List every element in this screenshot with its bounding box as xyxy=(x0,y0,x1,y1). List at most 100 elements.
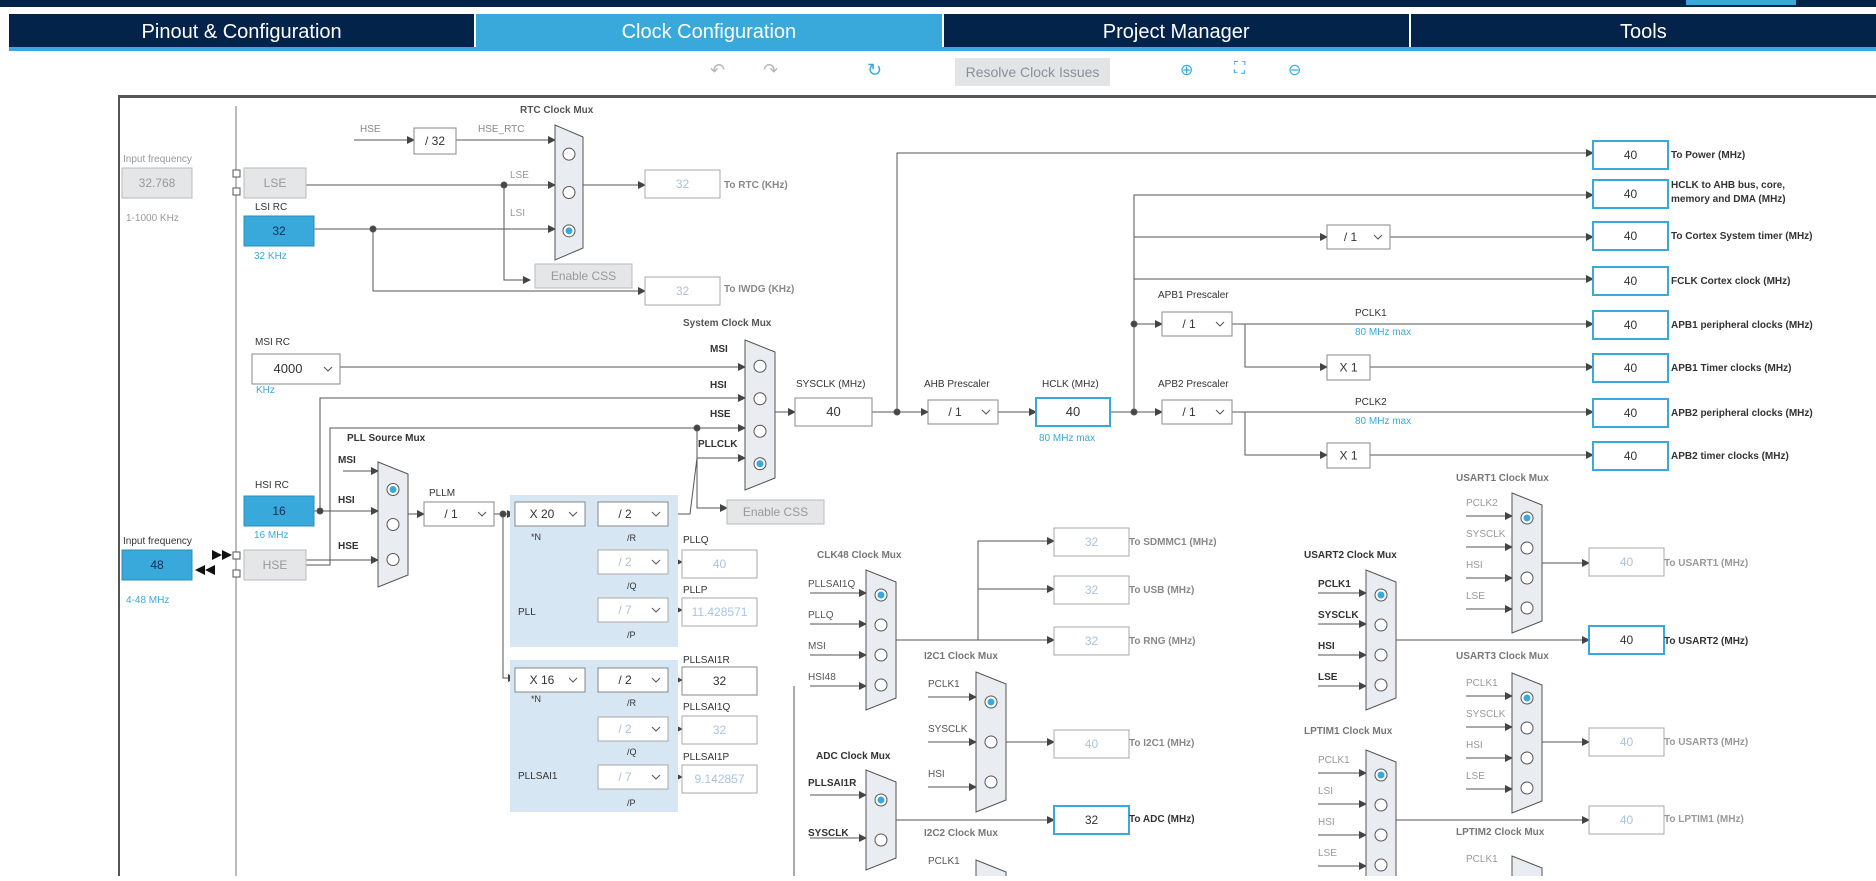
iwdg-output-value-text: 32 xyxy=(676,284,690,298)
pllr-select[interactable]: / 2 xyxy=(598,502,668,526)
output-value-2[interactable]: 40 xyxy=(1593,222,1668,250)
mux-radio[interactable] xyxy=(1375,679,1387,691)
zoom-out-icon[interactable]: ⊖ xyxy=(1288,60,1301,80)
pllsai1r-select[interactable]: / 2 xyxy=(598,668,668,692)
mux-radio[interactable] xyxy=(985,736,997,748)
mux-radio[interactable] xyxy=(875,679,887,691)
pllq-select[interactable]: / 2 xyxy=(598,550,668,574)
fit-to-screen-icon[interactable]: ⛶ xyxy=(1234,60,1245,78)
adc-clock-mux-body xyxy=(866,770,896,870)
mux-radio[interactable] xyxy=(1521,602,1533,614)
mux-radio[interactable] xyxy=(1375,799,1387,811)
output-value-6[interactable]: 40 xyxy=(1593,399,1668,427)
diagram-label: *N xyxy=(531,694,541,704)
apb1-prescaler-select[interactable]: / 1 xyxy=(1162,312,1232,336)
undo-icon[interactable]: ↶ xyxy=(710,60,725,81)
tab-project-manager[interactable]: Project Manager xyxy=(944,14,1411,51)
output-value-3[interactable]: 40 xyxy=(1593,267,1668,295)
junction-dot xyxy=(1131,321,1137,327)
tab-tools[interactable]: Tools xyxy=(1411,14,1876,51)
apb2-timer-multiplier: X 1 xyxy=(1327,443,1370,468)
pllsai1p-select[interactable]: / 7 xyxy=(598,765,668,789)
diagram-label: *N xyxy=(531,532,541,542)
ahb-prescaler-select[interactable]: / 1 xyxy=(928,400,998,424)
tab-clock-configuration[interactable]: Clock Configuration xyxy=(476,14,943,51)
mux-radio[interactable] xyxy=(387,554,399,566)
hsi-rc-value-text: 16 xyxy=(272,504,286,518)
mux-radio[interactable] xyxy=(754,425,766,437)
mux-radio[interactable] xyxy=(1375,829,1387,841)
mux-radio[interactable] xyxy=(875,649,887,661)
output-value-1[interactable]: 40 xyxy=(1593,180,1668,208)
output-value-4[interactable]: 40 xyxy=(1593,311,1668,339)
cortex-timer-divider-select[interactable]: / 1 xyxy=(1327,225,1390,249)
pllr-select-text: / 2 xyxy=(618,507,632,521)
pllsai1q-select[interactable]: / 2 xyxy=(598,717,668,741)
usart1-clock-mux xyxy=(1512,493,1542,633)
mux-radio[interactable] xyxy=(563,187,575,199)
diagram-label: APB2 timer clocks (MHz) xyxy=(1671,451,1789,462)
hclk-value[interactable]: 40 xyxy=(1036,398,1110,426)
clock-tree-diagram: Input frequency32.7681-1000 KHzLSELSI RC… xyxy=(118,95,1876,876)
diagram-label: 80 MHz max xyxy=(1355,416,1411,427)
mux-radio[interactable] xyxy=(1521,752,1533,764)
mux-radio[interactable] xyxy=(387,519,399,531)
mux-radio-selected xyxy=(390,486,397,493)
mux-radio[interactable] xyxy=(754,393,766,405)
mux-radio[interactable] xyxy=(563,148,575,160)
mux-radio[interactable] xyxy=(875,834,887,846)
msi-value-select[interactable]: 4000 xyxy=(252,354,340,384)
apb2-prescaler-select[interactable]: / 1 xyxy=(1162,400,1232,424)
diagram-label: LSE xyxy=(1318,672,1338,683)
mux-radio[interactable] xyxy=(1521,782,1533,794)
adc-output-text: 32 xyxy=(1085,813,1099,827)
rtc-output-value-text: 32 xyxy=(676,177,690,191)
mux-radio[interactable] xyxy=(1375,859,1387,871)
clk48-clock-mux xyxy=(866,570,896,710)
pll-source-mux-title: PLL Source Mux xyxy=(347,433,426,444)
output-value-7-text: 40 xyxy=(1624,449,1638,463)
redo-icon[interactable]: ↷ xyxy=(763,60,778,81)
wire xyxy=(1245,412,1327,455)
mux-radio[interactable] xyxy=(1521,722,1533,734)
mux-radio[interactable] xyxy=(985,776,997,788)
diagram-label: PCLK1 xyxy=(1355,308,1387,319)
diagram-label: To USART2 (MHz) xyxy=(1664,636,1748,647)
zoom-in-icon[interactable]: ⊕ xyxy=(1180,60,1193,80)
rtc-enable-css-button[interactable]: Enable CSS xyxy=(535,264,632,288)
rtc-clock-mux xyxy=(555,125,583,260)
adc-output[interactable]: 32 xyxy=(1054,806,1129,834)
diagram-label: To LPTIM1 (MHz) xyxy=(1664,814,1744,825)
tab-pinout[interactable]: Pinout & Configuration xyxy=(9,14,476,51)
mux-radio[interactable] xyxy=(875,619,887,631)
diagram-label: HCLK to AHB bus, core, xyxy=(1671,180,1785,191)
output-value-5[interactable]: 40 xyxy=(1593,354,1668,382)
mux-radio[interactable] xyxy=(1521,542,1533,554)
hse-input-frequency[interactable]: 48 xyxy=(122,550,192,580)
output-value-1-text: 40 xyxy=(1624,187,1638,201)
mux-radio[interactable] xyxy=(754,360,766,372)
mux-radio[interactable] xyxy=(1375,619,1387,631)
i2c1-output-text: 40 xyxy=(1085,737,1099,751)
usart2-output[interactable]: 40 xyxy=(1589,626,1664,654)
sysclk-enable-css-button[interactable]: Enable CSS xyxy=(727,500,824,524)
resolve-clock-issues-button[interactable]: Resolve Clock Issues xyxy=(955,58,1110,86)
output-value-0[interactable]: 40 xyxy=(1593,141,1668,169)
reset-icon[interactable]: ↻ xyxy=(867,60,882,81)
mux-radio[interactable] xyxy=(1521,572,1533,584)
pllsai1n-select[interactable]: X 16 xyxy=(515,668,585,692)
hse-input-frequency-label: Input frequency xyxy=(123,536,192,547)
iwdg-output-value: 32 xyxy=(645,277,720,305)
mux-radio[interactable] xyxy=(1375,649,1387,661)
diagram-label: PCLK2 xyxy=(1355,397,1387,408)
pllm-select[interactable]: / 1 xyxy=(424,502,494,526)
pllp-select[interactable]: / 7 xyxy=(598,598,668,622)
pllsai1r-select-text: / 2 xyxy=(618,673,632,687)
sdmmc-output-text: 32 xyxy=(1085,535,1099,549)
wire xyxy=(896,541,1054,640)
diagram-label: MSI xyxy=(338,455,356,466)
junction-dot xyxy=(317,508,323,514)
lse-input-frequency[interactable]: 32.768 xyxy=(122,168,192,198)
output-value-7[interactable]: 40 xyxy=(1593,442,1668,470)
plln-select[interactable]: X 20 xyxy=(515,502,585,526)
